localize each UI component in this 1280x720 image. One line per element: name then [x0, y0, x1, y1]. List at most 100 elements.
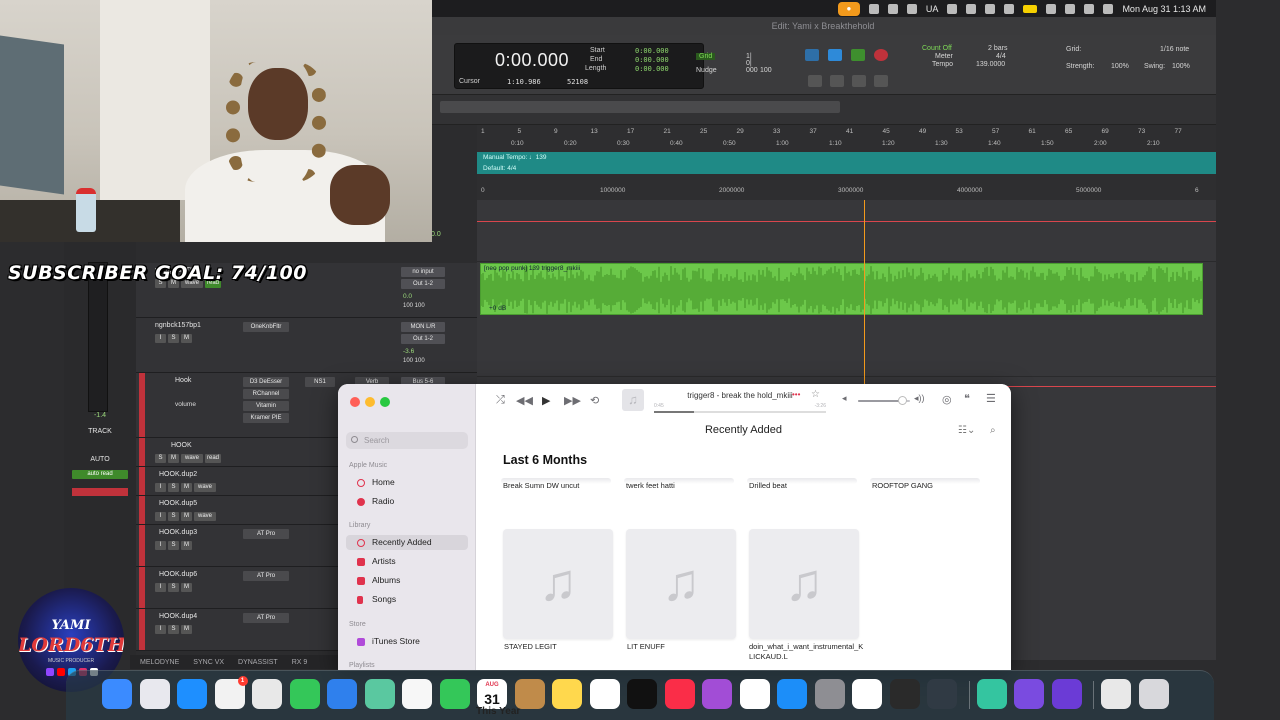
solo-button[interactable]: S: [168, 483, 179, 492]
grid-label[interactable]: Grid: [696, 53, 716, 60]
track-name[interactable]: HOOK.dup2: [159, 471, 197, 478]
insert-3[interactable]: Vitamin: [243, 401, 289, 411]
input-button[interactable]: I: [155, 625, 166, 634]
info-icon[interactable]: [985, 3, 996, 14]
track-name[interactable]: HOOK.dup4: [159, 613, 197, 620]
loop-button[interactable]: [805, 49, 819, 61]
dock-safari-icon[interactable]: [177, 679, 207, 709]
solo-button[interactable]: S: [168, 625, 179, 634]
dock-podcasts-icon[interactable]: [702, 679, 732, 709]
tempo-value[interactable]: 139.0000: [976, 61, 1005, 68]
end-value[interactable]: 0:00.000: [635, 56, 669, 64]
music-search-input[interactable]: Search: [346, 432, 468, 449]
track-insert[interactable]: AT Pro: [243, 529, 289, 539]
track-name[interactable]: ngnbck157bp1: [155, 322, 201, 329]
input-button[interactable]: I: [155, 334, 166, 343]
strength-value[interactable]: 100%: [1111, 63, 1129, 70]
view-button[interactable]: wave: [194, 483, 216, 492]
track-header-ngnbck157bp1[interactable]: ngnbck157bp1 I S M OneKnbFltr MON L/R Ou…: [135, 318, 477, 373]
plugin-rx[interactable]: RX 9: [292, 659, 308, 666]
volume-fader[interactable]: [88, 262, 108, 412]
dock-pro-tools-icon[interactable]: [927, 679, 957, 709]
input-button[interactable]: I: [155, 483, 166, 492]
rewind-button[interactable]: [808, 75, 822, 87]
shuffle-icon[interactable]: ⤮: [496, 394, 505, 407]
meter-value[interactable]: 4/4: [996, 53, 1006, 60]
dock-tv-icon[interactable]: [627, 679, 657, 709]
album-title[interactable]: Break Sumn DW uncut: [503, 481, 579, 490]
dock-mixer-app-icon[interactable]: [889, 679, 920, 709]
dock-notes-brown-icon[interactable]: [514, 679, 545, 709]
sidebar-item-home[interactable]: Home: [346, 475, 468, 490]
dock-notes-icon[interactable]: [552, 679, 582, 709]
timeline-ruler[interactable]: 1 5 9 13 17 21 25 29 33 37 41 45 49 53 57 61 65 69 73 77 0:…: [477, 125, 1216, 200]
sidebar-item-albums[interactable]: Albums: [346, 573, 468, 588]
fader-value[interactable]: -1.4: [64, 412, 136, 419]
now-playing-title[interactable]: trigger8 - break the hold_mkiii: [650, 391, 830, 400]
nudge-label[interactable]: Nudge: [696, 67, 717, 74]
automation-mode[interactable]: read: [205, 454, 221, 463]
input-button[interactable]: I: [155, 512, 166, 521]
minimize-window-button[interactable]: [365, 397, 375, 407]
sidebar-item-recently-added[interactable]: Recently Added: [346, 535, 468, 550]
album-title[interactable]: STAYED LEGIT: [504, 642, 620, 652]
sidebar-item-radio[interactable]: Radio: [346, 494, 468, 509]
album-title[interactable]: doin_what_i_want_instrumental_KLICKAUD.L: [749, 642, 865, 662]
mute-button[interactable]: M: [181, 541, 192, 550]
length-value[interactable]: 0:00.000: [635, 65, 669, 73]
start-value[interactable]: 0:00.000: [635, 47, 669, 55]
now-playing-artwork[interactable]: ♫: [622, 389, 644, 411]
search-content-icon[interactable]: ⌕: [990, 425, 996, 436]
play-icon[interactable]: ▶: [542, 394, 550, 407]
repeat-icon[interactable]: ⟲: [590, 394, 599, 407]
dock-launchpad-icon[interactable]: [139, 679, 170, 709]
track-name[interactable]: HOOK.dup5: [159, 500, 197, 507]
mute-button[interactable]: M: [181, 512, 192, 521]
solo-button[interactable]: S: [168, 512, 179, 521]
sidebar-item-artists[interactable]: Artists: [346, 554, 468, 569]
track-name[interactable]: Hook: [175, 377, 191, 384]
dock-music-files-icon[interactable]: [1101, 679, 1131, 709]
automation-mode-select[interactable]: auto read: [72, 470, 128, 479]
lyrics-icon[interactable]: ❝: [964, 392, 970, 405]
track-input[interactable]: no input: [401, 267, 445, 277]
microphone-indicator-icon[interactable]: ●: [837, 1, 860, 16]
spotlight-search-icon[interactable]: [1065, 3, 1076, 14]
dock-discord-icon[interactable]: [976, 679, 1007, 709]
dock-news-icon[interactable]: [739, 679, 770, 709]
track-input[interactable]: MON L/R: [401, 322, 445, 332]
volume-slider[interactable]: [858, 396, 910, 405]
mute-button[interactable]: M: [181, 583, 192, 592]
dock-messages-icon[interactable]: [289, 679, 320, 709]
album-title[interactable]: Drilled beat: [749, 481, 787, 490]
album-title[interactable]: LIT ENUFF: [627, 642, 743, 652]
pre-record-button[interactable]: [874, 49, 888, 61]
dock-finder-icon[interactable]: [102, 679, 132, 709]
album-artwork[interactable]: ♫: [749, 529, 859, 639]
solo-button[interactable]: S: [155, 454, 166, 463]
menubar-m-icon[interactable]: [947, 3, 958, 14]
track-pan[interactable]: 100 100: [403, 303, 425, 309]
samples-ruler[interactable]: 0 1000000 2000000 3000000 4000000 5000000 6: [477, 187, 1216, 199]
more-options-icon[interactable]: •••: [792, 390, 800, 399]
screen-mirroring-icon[interactable]: [1004, 3, 1015, 14]
dock-trash-icon[interactable]: [1138, 679, 1169, 709]
track-lane-2[interactable]: [477, 317, 1216, 377]
track-volume[interactable]: 0.0: [403, 293, 412, 300]
track-insert[interactable]: OneKnbFltr: [243, 322, 289, 332]
track-name[interactable]: HOOK.dup3: [159, 529, 197, 536]
dock-avid1-icon[interactable]: [1014, 679, 1044, 709]
album-title[interactable]: ROOFTOP GANG: [872, 481, 933, 490]
solo-button[interactable]: S: [168, 583, 179, 592]
input-button[interactable]: I: [155, 583, 166, 592]
control-center-icon[interactable]: [1084, 3, 1095, 14]
queue-list-icon[interactable]: ☰: [986, 392, 996, 405]
album-title[interactable]: twerk feet hatti: [626, 481, 675, 490]
countoff-bars[interactable]: 2 bars: [988, 45, 1007, 52]
album-artwork[interactable]: ♫: [503, 529, 613, 639]
swing-value[interactable]: 100%: [1172, 63, 1190, 70]
track-name[interactable]: HOOK.dup6: [159, 571, 197, 578]
album-artwork[interactable]: ♫: [626, 529, 736, 639]
insert-1[interactable]: D3 DeEsser: [243, 377, 289, 387]
minsecs-ruler[interactable]: 0:10 0:20 0:30 0:40 0:50 1:00 1:10 1:20 1:30 1:40…: [477, 140, 1216, 152]
